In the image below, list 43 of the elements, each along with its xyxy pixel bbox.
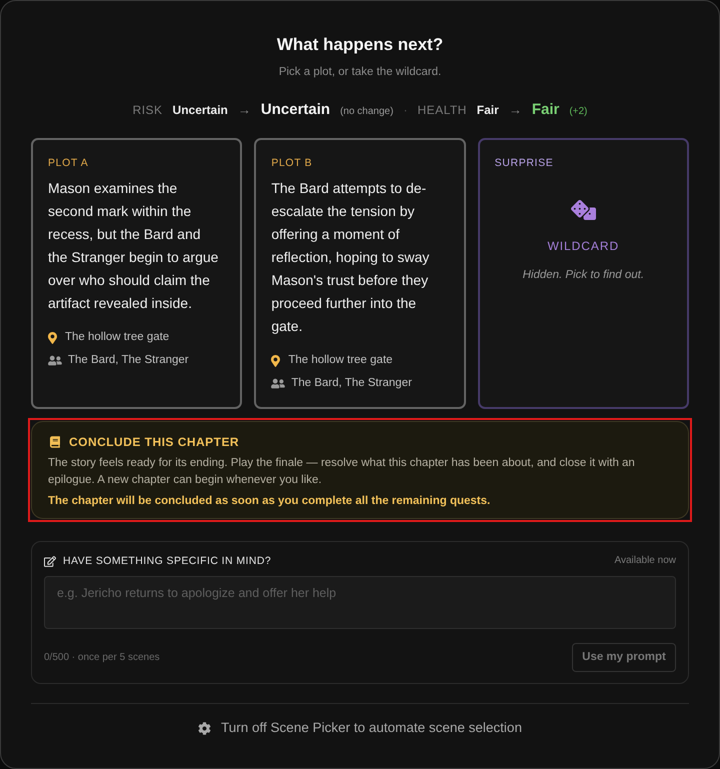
plot-description: The Bard attempts to de-escalate the tension by offering a moment of reflection, hoping to sway Mason's trust before they proceed further into the gate.: [271, 179, 430, 336]
dialog-subtitle: Pick a plot, or take the wildcard.: [278, 65, 442, 80]
plot-label: PLOT A: [48, 156, 88, 170]
stat-change: (+2): [569, 105, 588, 119]
conclude-note: The chapter will be concluded as soon as you complete all the remaining quests.: [48, 494, 492, 509]
stat-current-value: Uncertain: [172, 102, 228, 119]
plot-label: PLOT B: [271, 156, 312, 170]
conclude-title: CONCLUDE THIS CHAPTER: [69, 434, 240, 451]
settings-icon: [198, 722, 212, 734]
stat-next-value: Uncertain: [260, 100, 330, 120]
prompt-title: HAVE SOMETHING SPECIFIC IN MIND?: [63, 554, 272, 569]
people-icon: [271, 378, 286, 389]
characters-text: The Bard, The Stranger: [68, 353, 189, 368]
characters-text: The Bard, The Stranger: [291, 376, 412, 391]
arrow-glyph: →: [238, 101, 251, 119]
dice-icon: [570, 200, 596, 220]
stat-change: (no change): [340, 105, 394, 119]
wildcard-hint: Hidden. Pick to find out.: [522, 268, 644, 283]
plot-card[interactable]: PLOT A Mason examines the second mark within the recess, but the Bard and the Stranger begin to argue over who should claim the artifact revealed inside. The hollow tree gate The Bard, The Stranger: [31, 138, 242, 409]
conclude-description: The story feels ready for its ending. Play the finale — resolve what this chapter has been about, and close it with an epilogue. A new chapter can begin whenever you like.: [48, 456, 636, 488]
surprise-label: SURPRISE: [494, 156, 554, 170]
plot-card[interactable]: [254, 138, 466, 409]
location-text: The hollow tree gate: [65, 330, 170, 345]
stat-current-value: Fair: [476, 102, 499, 119]
stat-next-value: Fair: [532, 100, 560, 120]
edit-icon: [44, 556, 56, 566]
people-icon: [48, 355, 62, 366]
character-counter: 0/500 · once per 5 scenes: [44, 651, 160, 665]
scene-picker-toggle-link[interactable]: Turn off Scene Picker to automate scene selection: [198, 718, 522, 738]
dialog-title: What happens next?: [276, 34, 444, 56]
location-pin-icon: [271, 354, 280, 366]
wildcard-title: WILDCARD: [547, 238, 620, 254]
location-pin-icon: [48, 332, 57, 344]
plot-description: Mason examines the second mark within the recess, but the Bard and the Stranger begin to argue over who should claim the artifact revealed inside.: [48, 179, 220, 313]
stat-label: RISK: [132, 102, 163, 119]
arrow-glyph: →: [508, 101, 522, 119]
availability-status: Available now: [614, 554, 676, 568]
book-icon: [50, 436, 60, 448]
wildcard-card[interactable]: SURPRISE WILDCARD Hidden. Pick to find out.: [478, 138, 689, 409]
stat-label: HEALTH: [417, 102, 467, 119]
prompt-field[interactable]: e.g. Jericho returns to apologize and offer her help: [44, 576, 676, 629]
separator-dot: ·: [403, 102, 408, 119]
location-text: The hollow tree gate: [288, 353, 393, 368]
